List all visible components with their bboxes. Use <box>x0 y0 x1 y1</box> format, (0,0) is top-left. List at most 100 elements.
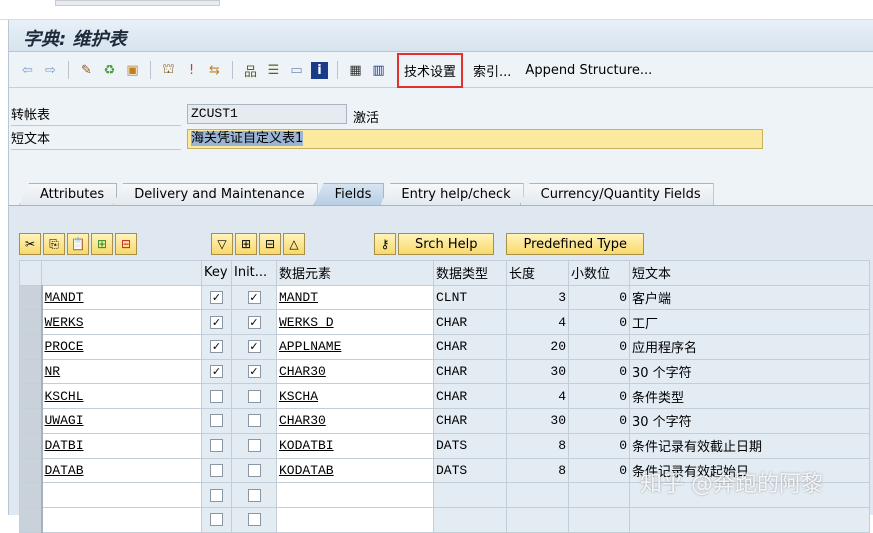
hierarchy-icon[interactable]: 品 <box>242 62 259 80</box>
select-all-cell[interactable] <box>19 260 42 286</box>
key-icon[interactable]: ⚷ <box>374 233 396 255</box>
key-checkbox[interactable]: ✓ <box>210 340 223 354</box>
init-checkbox[interactable] <box>247 439 261 453</box>
field-name-cell[interactable] <box>41 482 202 508</box>
key-checkbox[interactable]: ✓ <box>210 291 223 305</box>
key-checkbox[interactable] <box>210 513 223 527</box>
append-structure-button[interactable]: Append Structure... <box>521 63 656 78</box>
paste-icon[interactable]: 📋 <box>67 233 89 255</box>
tab-currency-quantity-fields[interactable]: Currency/Quantity Fields <box>519 183 714 205</box>
tab-strip: Attributes Delivery and Maintenance Fields… <box>19 183 714 205</box>
predefined-type-button[interactable]: Predefined Type <box>506 233 645 255</box>
object-list-icon[interactable]: ☰ <box>265 62 282 79</box>
key-checkbox[interactable] <box>210 414 223 428</box>
data-element-cell[interactable]: MANDT <box>276 284 434 311</box>
tab-attributes[interactable]: Attributes <box>19 183 118 205</box>
edit-icon[interactable]: ✎ <box>78 62 95 79</box>
navigate-icon[interactable]: ⇆ <box>206 62 223 79</box>
key-checkbox[interactable]: ✓ <box>210 365 223 379</box>
field-name-cell[interactable]: DATAB <box>41 457 202 484</box>
init-checkbox[interactable]: ✓ <box>247 291 261 305</box>
key-checkbox[interactable] <box>210 389 223 403</box>
row-selector[interactable] <box>19 284 43 311</box>
check-icon[interactable]: ▣ <box>124 62 141 79</box>
data-element-cell[interactable]: KODATAB <box>276 457 434 484</box>
row-selector[interactable] <box>19 482 43 508</box>
row-selector[interactable] <box>19 358 43 385</box>
column-header[interactable]: 短文本 <box>629 260 870 286</box>
status-text: 激活 <box>353 111 380 126</box>
init-checkbox[interactable]: ✓ <box>247 365 261 379</box>
column-header[interactable]: 长度 <box>506 260 569 286</box>
length-cell: 20 <box>506 334 569 360</box>
init-checkbox[interactable] <box>247 488 261 502</box>
key-checkbox[interactable] <box>210 439 223 453</box>
insert-field-icon[interactable]: ⊞ <box>235 233 257 255</box>
copy-icon[interactable]: ⎘ <box>43 233 65 255</box>
info-icon[interactable]: i <box>311 61 328 79</box>
tab-delivery-and-maintenance[interactable]: Delivery and Maintenance <box>113 183 318 205</box>
field-name-cell[interactable]: NR <box>41 358 202 385</box>
row-selector[interactable] <box>19 432 43 459</box>
command-field[interactable] <box>55 0 220 6</box>
srch-help-button[interactable]: Srch Help <box>398 233 495 255</box>
row-selector[interactable] <box>19 408 43 434</box>
short-text-field[interactable]: 海关凭证自定义表1 <box>187 129 763 149</box>
display-change-icon[interactable]: ♻ <box>101 62 118 79</box>
key-checkbox[interactable]: ✓ <box>210 315 223 329</box>
row-selector[interactable] <box>19 457 43 484</box>
indexes-button[interactable]: 索引... <box>469 61 515 80</box>
init-checkbox[interactable]: ✓ <box>247 315 261 329</box>
key-checkbox[interactable] <box>210 488 223 502</box>
tab-fields[interactable]: Fields <box>313 183 385 205</box>
field-name-cell[interactable]: MANDT <box>41 284 202 311</box>
cut-icon[interactable]: ✂ <box>19 233 41 255</box>
row-selector[interactable] <box>19 383 43 410</box>
column-header[interactable] <box>41 260 202 286</box>
display-list-icon[interactable]: ▭ <box>288 62 305 79</box>
key-checkbox[interactable] <box>210 463 223 477</box>
init-checkbox[interactable]: ✓ <box>247 340 261 354</box>
technical-settings-button[interactable]: 技术设置 <box>397 52 464 88</box>
table-name-field[interactable]: ZCUST1 <box>187 104 347 124</box>
data-element-cell[interactable] <box>276 506 434 533</box>
back-icon[interactable]: ⇦ <box>19 62 36 79</box>
structure-icon[interactable]: ▦ <box>347 62 364 79</box>
column-header[interactable]: 数据元素 <box>276 260 434 286</box>
data-element-cell[interactable] <box>276 482 434 508</box>
field-name-cell[interactable]: DATBI <box>41 432 202 459</box>
row-selector[interactable] <box>19 506 43 533</box>
row-selector[interactable] <box>19 334 43 360</box>
length-cell <box>506 482 569 508</box>
table-icon[interactable]: ▥ <box>370 62 387 79</box>
init-checkbox[interactable] <box>247 513 261 527</box>
data-element-cell[interactable]: CHAR30 <box>276 408 434 434</box>
tab-entry-help-check[interactable]: Entry help/check <box>380 183 524 205</box>
column-header[interactable]: 数据类型 <box>433 260 507 286</box>
field-name-cell[interactable] <box>41 506 202 533</box>
insert-row-icon[interactable]: ⊞ <box>91 233 113 255</box>
field-name-cell[interactable]: UWAGI <box>41 408 202 434</box>
column-header[interactable]: Key <box>201 260 232 286</box>
delete-row-icon[interactable]: ⊟ <box>115 233 137 255</box>
where-used-icon[interactable]: ǃ <box>183 62 200 79</box>
data-element-cell[interactable]: KODATBI <box>276 432 434 459</box>
field-name-cell[interactable]: KSCHL <box>41 383 202 410</box>
init-checkbox[interactable] <box>247 463 261 477</box>
remove-field-icon[interactable]: ⊟ <box>259 233 281 255</box>
field-name-cell[interactable]: PROCE <box>41 334 202 360</box>
activate-icon[interactable]: ⛫ <box>160 62 177 79</box>
row-selector[interactable] <box>19 309 43 336</box>
init-checkbox[interactable] <box>247 414 261 428</box>
sort-ascending-icon[interactable]: △ <box>283 233 305 255</box>
data-element-cell[interactable]: APPLNAME <box>276 334 434 360</box>
init-checkbox[interactable] <box>247 389 261 403</box>
data-element-cell[interactable]: CHAR30 <box>276 358 434 385</box>
column-header[interactable]: Init... <box>231 260 277 286</box>
data-element-cell[interactable]: KSCHA <box>276 383 434 410</box>
sort-descending-icon[interactable]: ▽ <box>211 233 233 255</box>
field-name-cell[interactable]: WERKS <box>41 309 202 336</box>
forward-icon[interactable]: ⇨ <box>42 62 59 79</box>
data-element-cell[interactable]: WERKS_D <box>276 309 434 336</box>
column-header[interactable]: 小数位 <box>568 260 630 286</box>
